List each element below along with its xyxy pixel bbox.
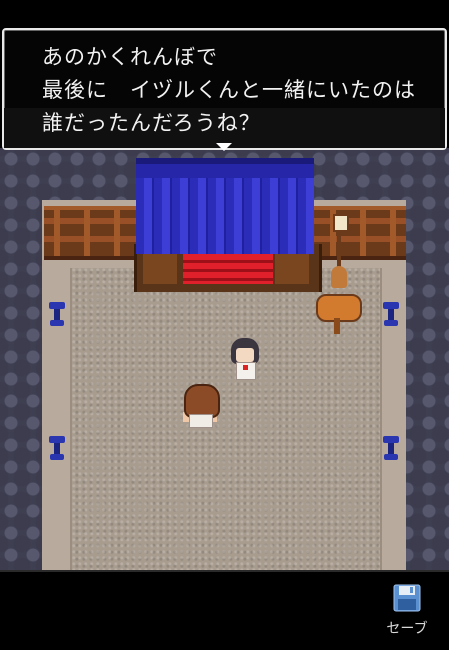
blue-curtain xyxy=(136,158,314,254)
dialogue-continue-arrow-icon[interactable] xyxy=(216,143,232,151)
railing-right xyxy=(314,206,406,260)
railing-post xyxy=(114,210,120,256)
dialogue-line-2: 最後に イヅルくんと一緒にいたのは xyxy=(42,78,416,102)
stool-icon xyxy=(382,302,400,328)
dialogue-line-1: あのかくれんぼで xyxy=(42,45,218,69)
railing-left xyxy=(44,206,136,260)
stage-side-panel xyxy=(143,252,177,284)
dialogue-line-3: 誰だったんだろうね？ xyxy=(42,111,261,135)
railing-post xyxy=(390,210,396,256)
save-label: セーブ xyxy=(386,621,428,637)
stool-icon xyxy=(382,436,400,462)
railing-post xyxy=(54,210,60,256)
round-table-icon[interactable] xyxy=(316,294,362,336)
stage-side-panel xyxy=(275,252,309,284)
railing-post xyxy=(84,210,90,256)
save-button[interactable]: セーブ xyxy=(380,584,434,642)
curtain-valance xyxy=(136,164,314,178)
stool-icon xyxy=(48,302,66,328)
player-character[interactable] xyxy=(182,384,220,428)
bottom-bar: セーブ xyxy=(0,570,449,650)
stage-red-steps xyxy=(183,254,273,284)
lamp-icon xyxy=(330,210,349,290)
girl-character[interactable] xyxy=(228,338,262,384)
dialogue-box[interactable]: あのかくれんぼで 最後に イヅルくんと一緒にいたのは 誰だったんだろうね？ xyxy=(2,28,447,150)
stool-icon xyxy=(48,436,66,462)
floppy-disk-icon xyxy=(393,584,421,612)
railing-post xyxy=(360,210,366,256)
game-screen[interactable]: あのかくれんぼで 最後に イヅルくんと一緒にいたのは 誰だったんだろうね？ セー… xyxy=(0,0,449,650)
